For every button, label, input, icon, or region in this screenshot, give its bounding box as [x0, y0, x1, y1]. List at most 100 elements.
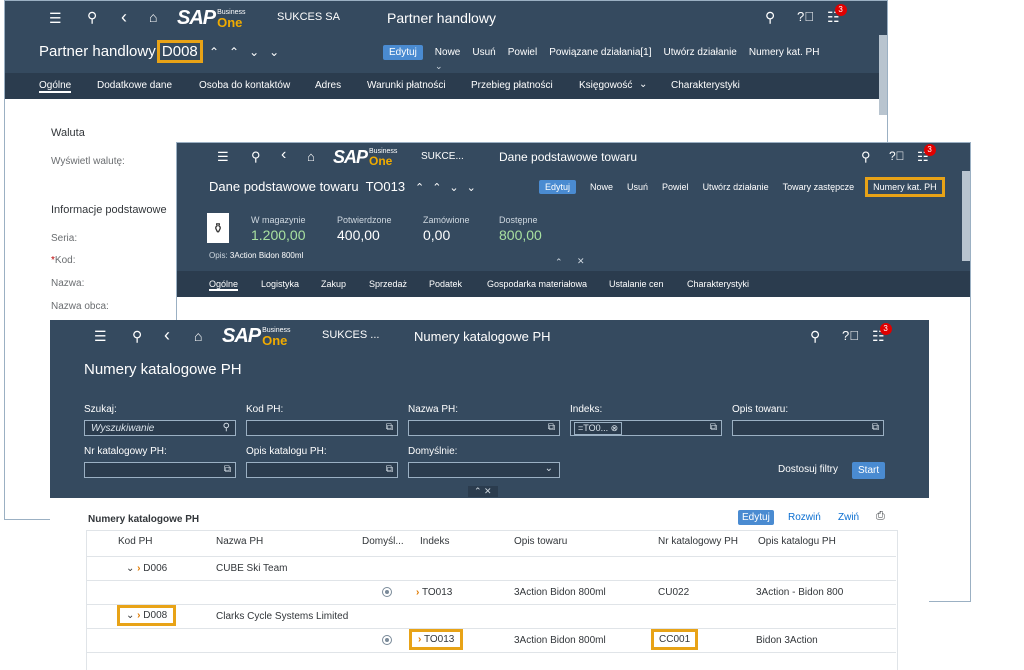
scrollbar[interactable] [962, 171, 970, 261]
value-help-icon[interactable]: ⧉ [872, 422, 879, 433]
default-radio[interactable] [382, 635, 392, 648]
scrollbar[interactable] [879, 35, 887, 115]
search-icon[interactable]: ⚲ [223, 422, 230, 433]
help-icon[interactable]: ?⃝ [797, 9, 814, 24]
export-icon[interactable]: ⎙ [876, 510, 885, 523]
start-button[interactable]: Start [852, 462, 886, 479]
col-header-bp-code[interactable]: Kod PH [118, 536, 152, 547]
value-help-icon[interactable]: ⧉ [548, 422, 555, 433]
catalog-number-input[interactable]: ⧉ [84, 462, 236, 478]
tab-characteristics[interactable]: Charakterystyki [671, 80, 740, 91]
bp-name-input[interactable]: ⧉ [408, 420, 560, 436]
nav-arrows[interactable]: ⌃⌃⌄⌄ [415, 181, 484, 194]
item-desc-input[interactable]: ⧉ [732, 420, 884, 436]
collapse-icon[interactable]: ⌄ [435, 61, 443, 72]
tab-general[interactable]: Ogólne [39, 80, 72, 93]
table-row[interactable]: ⌄ › D006 CUBE Ski Team [86, 557, 896, 580]
expand-all-button[interactable]: Rozwiń [788, 512, 821, 523]
dropdown-icon[interactable]: ⌄ [545, 463, 553, 474]
index-input[interactable]: =TO0... ⊗ ⧉ [570, 420, 722, 436]
tab-sales[interactable]: Sprzedaż [369, 279, 407, 289]
index-token[interactable]: =TO0... ⊗ [574, 422, 623, 435]
col-header-bp-name[interactable]: Nazwa PH [216, 536, 263, 547]
duplicate-button[interactable]: Powiel [662, 182, 689, 192]
col-header-default[interactable]: Domyśl... [362, 536, 404, 547]
create-activity-button[interactable]: Utwórz działanie [664, 47, 737, 58]
menu-icon[interactable]: ☰ [94, 328, 107, 345]
notifications-icon[interactable]: ☷ 3 [872, 323, 892, 345]
search-icon[interactable]: ⚲ [765, 9, 775, 26]
value-help-icon[interactable]: ⧉ [224, 464, 231, 475]
substitute-items-button[interactable]: Towary zastępcze [783, 182, 855, 192]
catalog-desc-input[interactable]: ⧉ [246, 462, 398, 478]
create-activity-button[interactable]: Utwórz działanie [703, 182, 769, 192]
tab-additional[interactable]: Dodatkowe dane [97, 80, 172, 91]
pin-icon[interactable]: ⌃ ✕ [468, 486, 498, 497]
menu-icon[interactable]: ☰ [49, 10, 62, 27]
related-activities-button[interactable]: Powiązane działania[1] [549, 47, 651, 58]
default-select[interactable]: ⌄ [408, 462, 560, 478]
table-row[interactable]: ⌄ › D008 Clarks Cycle Systems Limited [86, 605, 896, 628]
edit-button[interactable]: Edytuj [383, 45, 423, 60]
default-radio[interactable] [382, 587, 392, 600]
tab-address[interactable]: Adres [315, 80, 341, 91]
search-icon[interactable]: ⚲ [861, 149, 871, 165]
collapse-all-button[interactable]: Zwiń [838, 512, 859, 523]
home-icon[interactable]: ⌂ [307, 149, 315, 164]
tab-accounting[interactable]: Księgowość [579, 80, 632, 91]
row-toggle[interactable]: ⌄ › D008 [116, 605, 177, 626]
delete-button[interactable]: Usuń [627, 182, 648, 192]
new-button[interactable]: Nowe [590, 182, 613, 192]
pin-icon[interactable]: ✕ [577, 256, 585, 267]
back-icon[interactable]: ‹ [121, 7, 127, 28]
tab-payment-terms[interactable]: Warunki płatności [367, 80, 446, 91]
table-edit-button[interactable]: Edytuj [738, 510, 774, 525]
tab-pricing[interactable]: Ustalanie cen [609, 279, 664, 289]
help-icon[interactable]: ?⃝ [889, 149, 905, 163]
help-icon[interactable]: ?⃝ [842, 328, 859, 343]
value-help-icon[interactable]: ⧉ [386, 464, 393, 475]
tab-characteristics[interactable]: Charakterystyki [687, 279, 749, 289]
catalog-numbers-button[interactable]: Numery kat. PH [865, 177, 945, 197]
user-icon[interactable]: ⚲ [132, 328, 142, 345]
nav-arrows[interactable]: ⌃⌃⌄⌄ [209, 45, 289, 59]
new-button[interactable]: Nowe [435, 47, 461, 58]
cell-index[interactable]: › TO013 [408, 629, 464, 650]
notifications-icon[interactable]: ☷ 3 [827, 4, 847, 26]
tab-logistics[interactable]: Logistyka [261, 279, 299, 289]
delete-button[interactable]: Usuń [472, 47, 495, 58]
user-icon[interactable]: ⚲ [87, 9, 97, 26]
catalog-numbers-button[interactable]: Numery kat. PH [749, 47, 820, 58]
value-help-icon[interactable]: ⧉ [386, 422, 393, 433]
col-header-catalog-number[interactable]: Nr katalogowy PH [658, 536, 738, 547]
value-help-icon[interactable]: ⧉ [710, 422, 717, 433]
row-toggle[interactable]: ⌄ › D006 [126, 563, 167, 574]
edit-button[interactable]: Edytuj [539, 180, 577, 194]
home-icon[interactable]: ⌂ [194, 328, 202, 344]
back-icon[interactable]: ‹ [164, 325, 170, 346]
notifications-icon[interactable]: ☷ 3 [917, 144, 936, 165]
tab-payment-run[interactable]: Przebieg płatności [471, 80, 553, 91]
search-icon[interactable]: ⚲ [810, 328, 820, 345]
collapse-icon[interactable]: ⌃ [555, 257, 563, 268]
col-header-item-desc[interactable]: Opis towaru [514, 536, 567, 547]
tab-tax[interactable]: Podatek [429, 279, 462, 289]
table-row[interactable]: › TO013 3Action Bidon 800ml CC001 Bidon … [86, 629, 896, 652]
user-icon[interactable]: ⚲ [251, 149, 261, 165]
adapt-filters-button[interactable]: Dostosuj filtry [778, 464, 838, 475]
menu-icon[interactable]: ☰ [217, 149, 229, 165]
back-icon[interactable]: ‹ [281, 146, 286, 164]
duplicate-button[interactable]: Powiel [508, 47, 537, 58]
bp-code-input[interactable]: ⧉ [246, 420, 398, 436]
company-name[interactable]: SUKCES ... [322, 329, 379, 341]
company-name[interactable]: SUKCE... [421, 151, 464, 162]
col-header-catalog-desc[interactable]: Opis katalogu PH [758, 536, 836, 547]
search-input[interactable]: Wyszukiwanie ⚲ [84, 420, 236, 436]
table-row[interactable]: › TO013 3Action Bidon 800ml CU022 3Actio… [86, 581, 896, 604]
clear-icon[interactable]: ⊗ [611, 423, 619, 433]
tab-inventory[interactable]: Gospodarka materiałowa [487, 279, 587, 289]
tab-contacts[interactable]: Osoba do kontaktów [199, 80, 290, 91]
tab-general[interactable]: Ogólne [209, 279, 239, 291]
company-name[interactable]: SUKCES SA [277, 11, 340, 23]
chevron-down-icon[interactable]: ⌄ [639, 79, 647, 90]
